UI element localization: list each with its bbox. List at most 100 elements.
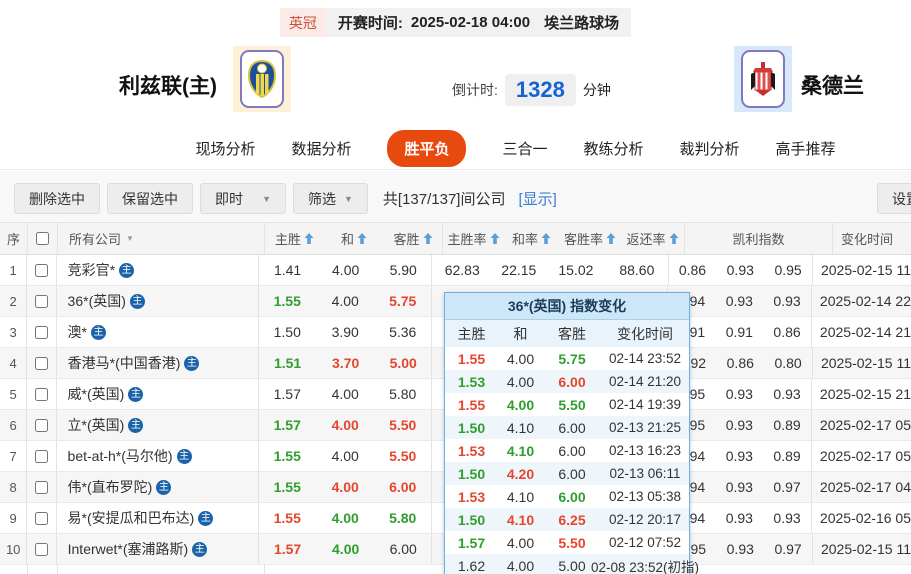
header-draw-rate[interactable]: 和率 xyxy=(504,223,559,254)
instant-dropdown-label: 即时 xyxy=(215,190,243,207)
company-name-cell[interactable]: 易*(安提瓜和巴布达) 主 xyxy=(57,503,259,533)
row-checkbox[interactable] xyxy=(34,325,48,339)
kelly-value: 0.93 xyxy=(725,293,753,309)
tab-item[interactable]: 裁判分析 xyxy=(680,138,740,159)
row-checkbox[interactable] xyxy=(34,511,48,525)
row-seq: 8 xyxy=(0,472,28,502)
tab-item[interactable]: 现场分析 xyxy=(195,138,255,159)
company-name-cell[interactable]: 竞彩官* 主 xyxy=(57,255,259,285)
company-name-cell[interactable]: 36*(英国) 主 xyxy=(57,286,259,316)
tab-item[interactable]: 胜平负 xyxy=(387,130,467,167)
popup-change-time: 02-13 21:25 xyxy=(608,420,682,435)
popup-odds-value: 5.50 xyxy=(558,534,586,551)
header-draw-odds[interactable]: 和 xyxy=(324,223,384,254)
row-checkbox[interactable] xyxy=(34,387,48,401)
row-checkbox[interactable] xyxy=(34,356,48,370)
company-name-cell[interactable]: 立*(英国) 主 xyxy=(57,410,259,440)
filter-dropdown[interactable]: 筛选 ▼ xyxy=(293,183,368,214)
keep-selected-button[interactable]: 保留选中 xyxy=(107,183,193,214)
kelly-value: 0.86 xyxy=(726,355,754,371)
odds-value: 1.55 xyxy=(273,479,301,495)
kelly-value: 0.93 xyxy=(763,286,812,316)
row-checkbox[interactable] xyxy=(34,542,48,556)
home-team-crest-icon xyxy=(240,50,284,108)
header-home-rate[interactable]: 主胜率 xyxy=(443,223,504,254)
header-change-time[interactable]: 变化时间 xyxy=(833,223,911,254)
sort-up-icon xyxy=(669,233,679,244)
popup-row: 1.53 4.10 6.00 02-13 16:23 xyxy=(445,439,689,462)
company-name-cell[interactable]: 伟*(直布罗陀) 主 xyxy=(57,472,259,502)
popup-change-time: 02-14 19:39 xyxy=(608,397,682,412)
odds-value: 3.90 xyxy=(331,324,359,340)
popup-change-time: 02-14 21:20 xyxy=(608,374,682,389)
tab-item[interactable]: 教练分析 xyxy=(584,138,644,159)
header-away-odds[interactable]: 客胜 xyxy=(384,223,443,254)
odds-change-popup: 36*(英国) 指数变化 主胜 和 客胜 变化时间 1.55 4.00 5.75 02… xyxy=(444,292,699,574)
countdown-label: 倒计时: xyxy=(452,82,498,98)
row-checkbox-cell xyxy=(27,348,57,378)
company-name-cell[interactable]: 威*(英国) 主 xyxy=(57,379,259,409)
row-seq: 2 xyxy=(0,286,28,316)
popup-change-time: 02-13 06:11 xyxy=(609,466,681,481)
header-away-rate[interactable]: 客胜率 xyxy=(559,223,621,254)
odds-value: 4.00 xyxy=(331,479,359,495)
popup-change-time: 02-12 07:52 xyxy=(608,535,682,550)
header-draw-label: 和 xyxy=(340,232,354,247)
row-checkbox[interactable] xyxy=(34,263,48,277)
odds-value: 5.50 xyxy=(374,441,432,471)
kickoff-time: 2025-02-18 04:00 xyxy=(410,14,531,31)
header-return-rate[interactable]: 返还率 xyxy=(621,223,685,254)
header-change-time-label: 变化时间 xyxy=(841,232,894,247)
odds-value: 4.00 xyxy=(331,448,359,464)
away-team-name: 桑德兰 xyxy=(801,75,864,98)
row-seq xyxy=(0,565,28,574)
odds-value: 1.55 xyxy=(273,510,301,526)
header-company-label: 所有公司 xyxy=(69,232,122,247)
home-badge-icon: 主 xyxy=(129,293,145,309)
row-checkbox[interactable] xyxy=(34,294,48,308)
popup-odds-value: 1.50 xyxy=(457,511,486,528)
kelly-value: 0.97 xyxy=(764,534,813,564)
company-name-cell[interactable]: 澳* 主 xyxy=(57,317,259,347)
kelly-value: 0.80 xyxy=(764,348,813,378)
header-home-odds[interactable]: 主胜 xyxy=(265,223,324,254)
kelly-value: 0.93 xyxy=(725,386,753,402)
company-name-cell[interactable]: Interwet*(塞浦路斯) 主 xyxy=(57,534,259,564)
header-company[interactable]: 所有公司 ▼ xyxy=(58,223,265,254)
popup-odds-value: 6.00 xyxy=(558,465,586,482)
odds-value: 1.51 xyxy=(273,355,302,371)
instant-dropdown[interactable]: 即时 ▼ xyxy=(200,183,286,214)
tab-item[interactable]: 三合一 xyxy=(502,138,547,159)
home-badge-icon: 主 xyxy=(119,262,135,278)
chevron-down-icon: ▼ xyxy=(126,234,134,243)
company-name-cell[interactable]: 香港马*(中国香港) 主 xyxy=(57,348,259,378)
company-name-cell[interactable]: bet-at-h*(马尔他) 主 xyxy=(57,441,259,471)
row-checkbox-cell xyxy=(27,379,57,409)
popup-odds-value: 4.00 xyxy=(506,350,535,367)
popup-row: 1.57 4.00 5.50 02-12 07:52 xyxy=(445,531,689,554)
row-checkbox-cell xyxy=(27,441,57,471)
select-all-checkbox[interactable] xyxy=(36,232,49,245)
popup-odds-value: 4.10 xyxy=(506,419,535,436)
home-team-name: 利兹联(主) xyxy=(119,75,217,98)
kelly-value: 0.93 xyxy=(725,479,753,495)
change-time: 2025-02-17 05 xyxy=(819,417,911,433)
row-checkbox-cell xyxy=(27,286,57,316)
row-seq: 7 xyxy=(0,441,28,471)
odds-value: 4.00 xyxy=(332,541,360,557)
home-badge-icon: 主 xyxy=(184,355,200,371)
tab-item[interactable]: 高手推荐 xyxy=(776,138,836,159)
sort-up-icon xyxy=(357,233,367,244)
popup-odds-value: 1.53 xyxy=(457,373,486,390)
show-link[interactable]: [显示] xyxy=(518,188,556,209)
tab-item[interactable]: 数据分析 xyxy=(291,138,351,159)
header-seq: 序 xyxy=(0,223,28,254)
row-checkbox[interactable] xyxy=(34,449,48,463)
kickoff-info: 开赛时间: 2025-02-18 04:00 埃兰路球场 xyxy=(325,8,632,37)
home-badge-icon: 主 xyxy=(192,541,208,557)
row-checkbox[interactable] xyxy=(34,418,48,432)
delete-selected-button[interactable]: 删除选中 xyxy=(14,183,100,214)
settings-button[interactable]: 设置 xyxy=(877,183,911,214)
change-time: 2025-02-17 05 xyxy=(819,448,911,464)
row-checkbox[interactable] xyxy=(34,480,48,494)
